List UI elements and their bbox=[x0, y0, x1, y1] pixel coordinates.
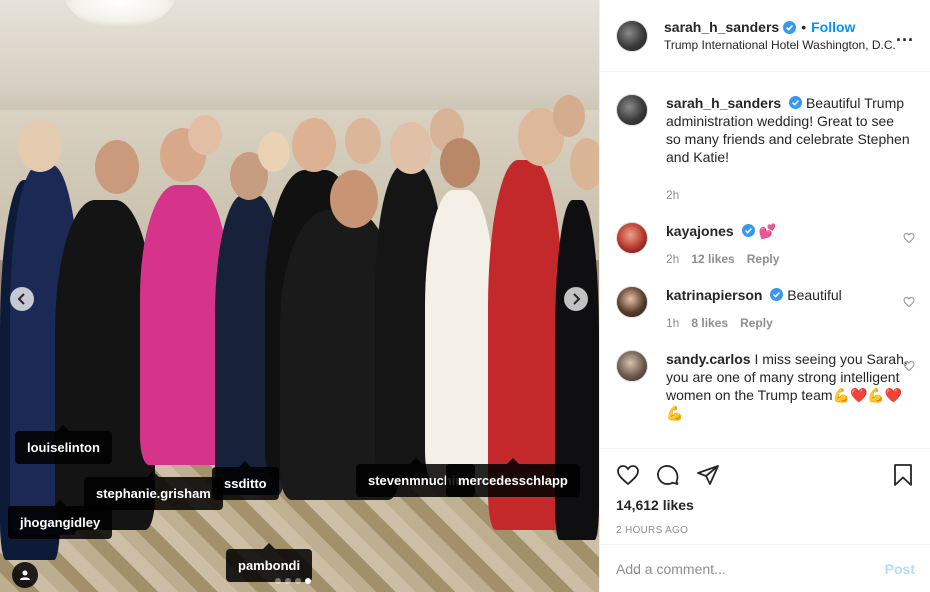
avatar[interactable] bbox=[616, 286, 648, 318]
person-head bbox=[390, 122, 432, 174]
reply-button[interactable]: Reply bbox=[740, 314, 773, 332]
comment-body: kayajones 💕 2h 12 likes Reply bbox=[666, 222, 911, 268]
likes-count[interactable]: 8 likes bbox=[691, 314, 728, 332]
timestamp[interactable]: 2h bbox=[666, 250, 679, 268]
person-head bbox=[188, 115, 222, 155]
user-tag[interactable]: louiselinton bbox=[15, 425, 112, 464]
share-icon[interactable] bbox=[696, 463, 720, 487]
location-link[interactable]: Trump International Hotel Washington, D.… bbox=[664, 38, 896, 52]
caption: sarah_h_sanders Beautiful Trump administ… bbox=[616, 94, 915, 204]
post-timestamp[interactable]: 2 HOURS AGO bbox=[616, 525, 915, 536]
heart-icon[interactable] bbox=[903, 360, 915, 372]
comment-input[interactable] bbox=[616, 560, 885, 577]
header-row: sarah_h_sanders • Follow bbox=[664, 19, 896, 35]
likes-count[interactable]: 14,612 likes bbox=[616, 497, 915, 513]
person-silhouette bbox=[425, 190, 495, 480]
verified-badge-icon bbox=[770, 288, 784, 301]
instagram-post: louiselinton stephanie.grisham ssditto s… bbox=[0, 0, 930, 592]
username-link[interactable]: sarah_h_sanders bbox=[664, 19, 779, 35]
comment: katrinapierson Beautiful 1h 8 likes Repl… bbox=[616, 286, 915, 332]
verified-badge-icon bbox=[741, 224, 755, 237]
person-head bbox=[258, 132, 290, 172]
caption-body: sarah_h_sanders Beautiful Trump administ… bbox=[666, 94, 911, 204]
likes-count[interactable]: 12 likes bbox=[691, 250, 734, 268]
username-link[interactable]: sarah_h_sanders bbox=[666, 95, 781, 111]
comment-body: sandy.carlos I miss seeing you Sarah, yo… bbox=[666, 350, 911, 422]
person-head bbox=[440, 138, 480, 188]
comment-icon[interactable] bbox=[656, 463, 680, 487]
chevron-left-icon bbox=[17, 293, 25, 305]
post-header: sarah_h_sanders • Follow Trump Internati… bbox=[600, 0, 930, 72]
carousel-dot bbox=[295, 578, 301, 584]
caption-meta: 2h bbox=[666, 186, 911, 204]
person-head bbox=[553, 95, 585, 137]
timestamp[interactable]: 2h bbox=[666, 186, 679, 204]
timestamp[interactable]: 1h bbox=[666, 314, 679, 332]
user-tag[interactable]: jhogangidley bbox=[8, 500, 113, 539]
user-tag[interactable]: mercedesschlapp bbox=[446, 458, 580, 497]
username-link[interactable]: kayajones bbox=[666, 223, 734, 239]
verified-badge-icon bbox=[783, 20, 797, 34]
carousel-dot bbox=[285, 578, 291, 584]
person-head bbox=[570, 138, 599, 190]
post-button[interactable]: Post bbox=[885, 561, 915, 577]
avatar[interactable] bbox=[616, 19, 648, 52]
person-head bbox=[18, 120, 62, 172]
comments-list: sarah_h_sanders Beautiful Trump administ… bbox=[600, 72, 930, 448]
person-head bbox=[330, 170, 378, 228]
action-bar: 14,612 likes 2 HOURS AGO bbox=[600, 448, 930, 536]
previous-button[interactable] bbox=[10, 287, 34, 311]
comment: kayajones 💕 2h 12 likes Reply bbox=[616, 222, 915, 268]
avatar[interactable] bbox=[616, 222, 648, 254]
post-photo[interactable]: louiselinton stephanie.grisham ssditto s… bbox=[0, 0, 599, 592]
username-link[interactable]: katrinapierson bbox=[666, 287, 762, 303]
username-link[interactable]: sandy.carlos bbox=[666, 351, 751, 367]
more-options-button[interactable]: ... bbox=[896, 25, 914, 46]
user-tag[interactable]: ssditto bbox=[212, 461, 279, 500]
comment-meta: 2h 12 likes Reply bbox=[666, 250, 911, 268]
verified-badge-icon bbox=[789, 96, 803, 109]
heart-icon[interactable] bbox=[616, 463, 640, 487]
post-sidebar: sarah_h_sanders • Follow Trump Internati… bbox=[599, 0, 930, 592]
comment-body: katrinapierson Beautiful 1h 8 likes Repl… bbox=[666, 286, 911, 332]
heart-icon[interactable] bbox=[903, 296, 915, 308]
person-head bbox=[95, 140, 139, 194]
comment-text: Beautiful bbox=[787, 287, 842, 303]
follow-button[interactable]: Follow bbox=[811, 19, 855, 35]
separator: • bbox=[801, 19, 807, 35]
action-icons bbox=[616, 461, 915, 489]
bookmark-icon[interactable] bbox=[891, 463, 915, 487]
person-head bbox=[345, 118, 381, 164]
comment-text: 💕 bbox=[758, 223, 776, 239]
comment: sandy.carlos I miss seeing you Sarah, yo… bbox=[616, 350, 915, 422]
carousel-dot-active bbox=[305, 578, 311, 584]
chevron-right-icon bbox=[573, 293, 581, 305]
avatar[interactable] bbox=[616, 94, 648, 126]
carousel-dot bbox=[275, 578, 281, 584]
avatar[interactable] bbox=[616, 350, 648, 382]
user-tag-icon bbox=[20, 570, 30, 580]
next-button[interactable] bbox=[564, 287, 588, 311]
add-comment-bar: Post bbox=[600, 544, 930, 592]
carousel-indicator bbox=[275, 578, 311, 584]
reply-button[interactable]: Reply bbox=[747, 250, 780, 268]
show-tags-button[interactable] bbox=[12, 562, 38, 588]
heart-icon[interactable] bbox=[903, 232, 915, 244]
person-head bbox=[292, 118, 336, 172]
comment-meta: 1h 8 likes Reply bbox=[666, 314, 911, 332]
header-text: sarah_h_sanders • Follow Trump Internati… bbox=[664, 19, 896, 52]
